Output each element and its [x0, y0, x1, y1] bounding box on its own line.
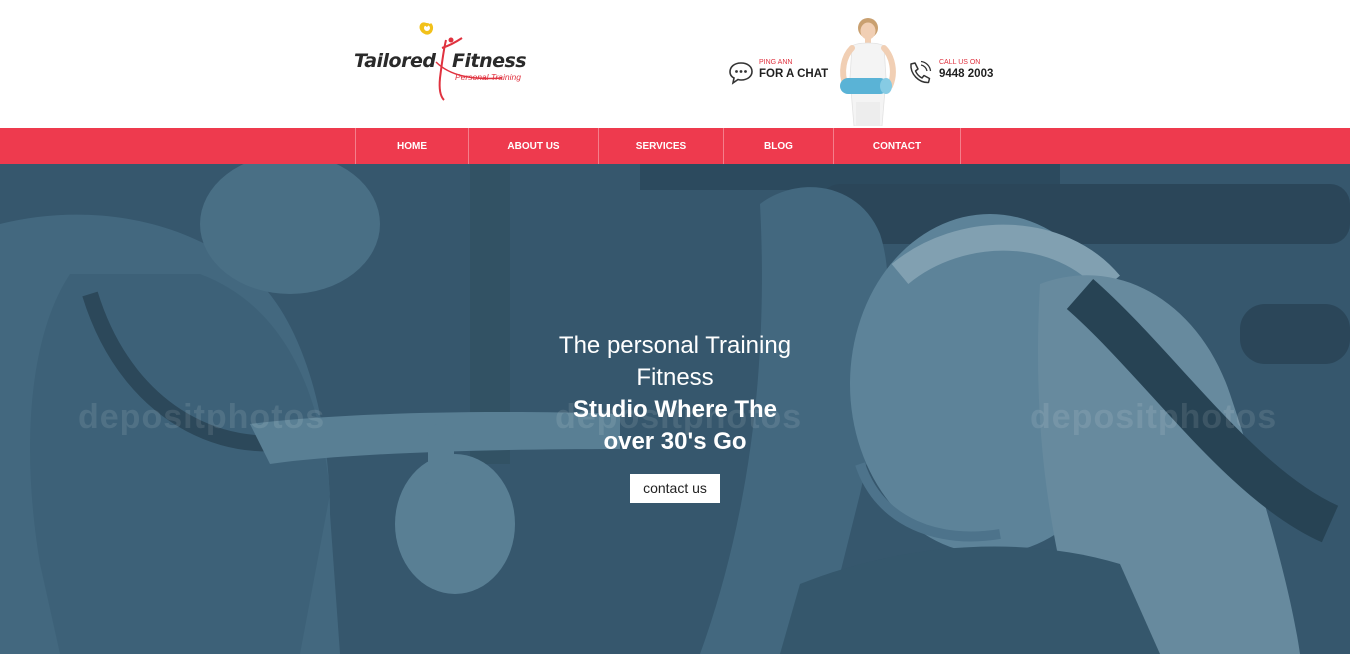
hero-line-1: The personal Training [558, 332, 792, 359]
call-contact[interactable]: CALL US ON 9448 2003 [906, 58, 1006, 88]
main-nav: HOME ABOUT US SERVICES BLOG CONTACT [0, 128, 1350, 164]
trainer-image [840, 18, 896, 126]
phone-number[interactable]: 9448 2003 [939, 68, 993, 80]
call-caption: CALL US ON [939, 59, 981, 66]
phone-icon [910, 60, 932, 84]
contact-us-button[interactable]: contact us [630, 474, 720, 503]
nav-item-services[interactable]: SERVICES [599, 128, 724, 164]
chat-bubble-icon [729, 62, 753, 85]
nav-item-contact[interactable]: CONTACT [834, 128, 961, 164]
hero-line-3: Studio Where The [573, 396, 777, 423]
hero-line-4: over 30's Go [603, 428, 747, 455]
chat-caption: PING ANN [759, 59, 793, 66]
nav-item-about-us[interactable]: ABOUT US [469, 128, 599, 164]
nav-menu: HOME ABOUT US SERVICES BLOG CONTACT [355, 128, 961, 164]
hero-line-2: Fitness [636, 364, 714, 391]
hero-banner: depositphotos depositphotos depositphoto… [0, 164, 1350, 654]
logo-word-fitness: Fitness [452, 50, 527, 72]
chat-label: FOR A CHAT [759, 68, 829, 80]
chat-contact[interactable]: PING ANN FOR A CHAT [728, 58, 833, 88]
nav-item-home[interactable]: HOME [356, 128, 469, 164]
logo-word-tailored: Tailored [354, 50, 436, 72]
logo-tagline: Personal Training [455, 72, 521, 82]
hero-headline: The personal Training Fitness Studio Whe… [0, 330, 1350, 503]
site-logo[interactable]: Tailored Fitness Personal Training [352, 18, 542, 102]
nav-item-blog[interactable]: BLOG [724, 128, 834, 164]
site-header: Tailored Fitness Personal Training PING … [0, 0, 1350, 128]
